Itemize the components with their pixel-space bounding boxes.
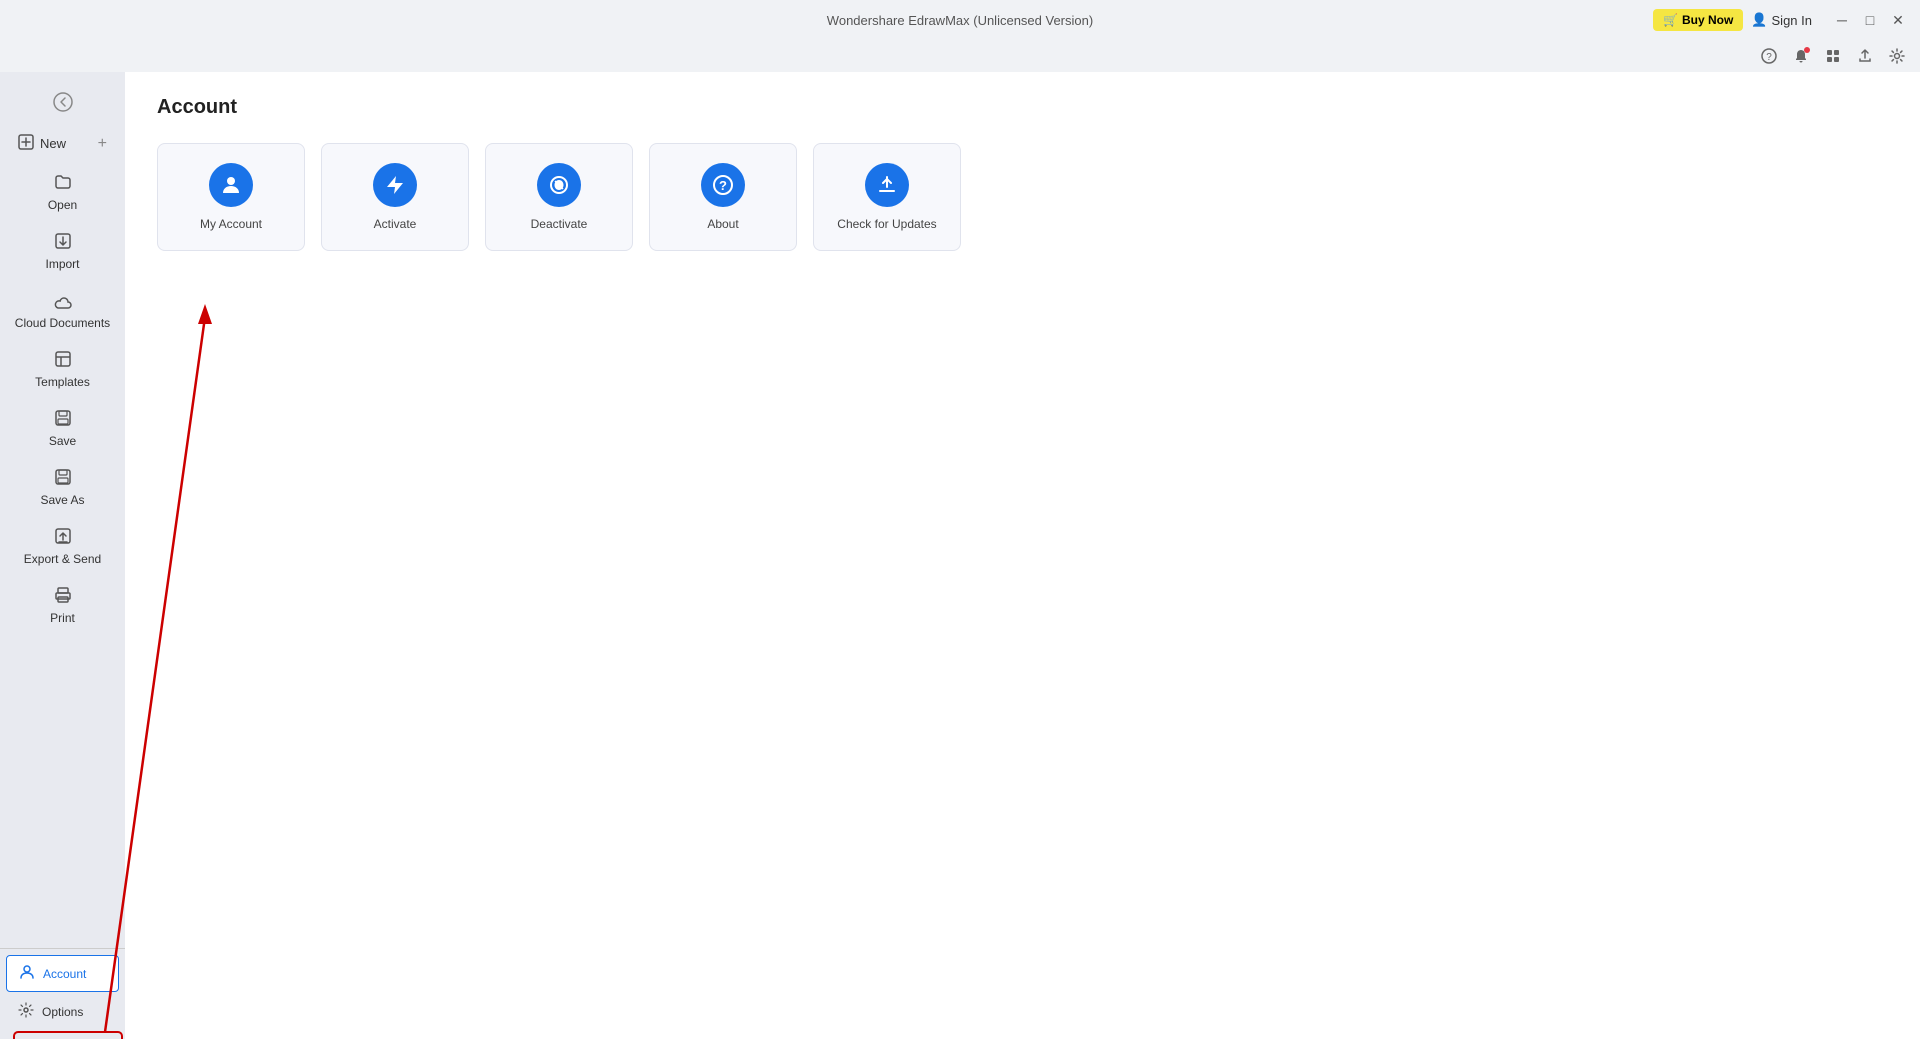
buy-now-label: Buy Now (1682, 13, 1733, 27)
buy-now-button[interactable]: 🛒 Buy Now (1653, 9, 1743, 31)
sidebar-item-templates[interactable]: Templates (6, 342, 119, 397)
import-icon (54, 232, 72, 253)
maximize-button[interactable]: □ (1860, 10, 1880, 30)
toolbar-row: ? (0, 40, 1920, 72)
save-as-label: Save As (40, 493, 84, 507)
window-controls: ─ □ ✕ (1832, 10, 1908, 30)
buy-now-icon: 🛒 (1663, 13, 1678, 27)
my-account-icon (209, 163, 253, 207)
sidebar-item-account[interactable]: Account (6, 955, 119, 992)
about-label: About (707, 217, 738, 231)
sidebar-item-cloud[interactable]: Cloud Documents (6, 283, 119, 338)
export-icon (54, 527, 72, 548)
open-label: Open (48, 198, 77, 212)
sidebar-item-new[interactable]: New + (6, 126, 119, 161)
grid-icon[interactable] (1822, 45, 1844, 67)
save-as-icon (54, 468, 72, 489)
titlebar-right: 🛒 Buy Now 👤 Sign In ─ □ ✕ (1653, 9, 1908, 31)
back-button[interactable] (45, 84, 81, 120)
titlebar: Wondershare EdrawMax (Unlicensed Version… (0, 0, 1920, 40)
check-updates-icon (865, 163, 909, 207)
sidebar-bottom: Account Options (0, 948, 125, 1031)
sign-in-button[interactable]: 👤 Sign In (1751, 12, 1812, 28)
card-deactivate[interactable]: Deactivate (485, 143, 633, 251)
deactivate-label: Deactivate (531, 217, 588, 231)
notification-icon[interactable] (1790, 45, 1812, 67)
minimize-button[interactable]: ─ (1832, 10, 1852, 30)
sidebar-item-save[interactable]: Save (6, 401, 119, 456)
open-icon (54, 173, 72, 194)
app-title: Wondershare EdrawMax (Unlicensed Version… (827, 13, 1093, 28)
sidebar-item-import[interactable]: Import (6, 224, 119, 279)
svg-text:?: ? (1766, 52, 1772, 63)
user-icon: 👤 (1751, 12, 1767, 28)
share-icon[interactable] (1854, 45, 1876, 67)
about-icon: ? (701, 163, 745, 207)
print-label: Print (50, 611, 75, 625)
main-layout: New + Open Import Cloud Documents (0, 72, 1920, 1039)
my-account-label: My Account (200, 217, 262, 231)
new-label: New (40, 136, 66, 151)
options-label: Options (42, 1005, 83, 1019)
save-icon (54, 409, 72, 430)
account-label: Account (43, 967, 86, 981)
settings-icon[interactable] (1886, 45, 1908, 67)
sign-in-label: Sign In (1772, 13, 1812, 28)
save-label: Save (49, 434, 76, 448)
notification-dot (1804, 47, 1810, 53)
sidebar-item-print[interactable]: Print (6, 578, 119, 633)
templates-label: Templates (35, 375, 90, 389)
card-about[interactable]: ? About (649, 143, 797, 251)
cards-grid: My Account Activate (157, 143, 1888, 251)
new-plus-icon: + (98, 135, 107, 153)
card-my-account[interactable]: My Account (157, 143, 305, 251)
print-icon (54, 586, 72, 607)
help-icon[interactable]: ? (1758, 45, 1780, 67)
activate-icon (373, 163, 417, 207)
cloud-icon (54, 291, 72, 312)
sidebar: New + Open Import Cloud Documents (0, 72, 125, 1039)
page-title: Account (157, 96, 1888, 119)
close-button[interactable]: ✕ (1888, 10, 1908, 30)
check-updates-label: Check for Updates (837, 217, 936, 231)
account-icon (19, 964, 35, 983)
cloud-label: Cloud Documents (15, 316, 110, 330)
templates-icon (54, 350, 72, 371)
card-check-updates[interactable]: Check for Updates (813, 143, 961, 251)
content-area: Account My Account Acti (125, 72, 1920, 1039)
deactivate-icon (537, 163, 581, 207)
svg-text:?: ? (719, 178, 727, 193)
import-label: Import (45, 257, 79, 271)
activate-label: Activate (374, 217, 417, 231)
export-label: Export & Send (24, 552, 101, 566)
card-activate[interactable]: Activate (321, 143, 469, 251)
sidebar-item-save-as[interactable]: Save As (6, 460, 119, 515)
sidebar-item-open[interactable]: Open (6, 165, 119, 220)
sidebar-item-export[interactable]: Export & Send (6, 519, 119, 574)
options-icon (18, 1002, 34, 1021)
sidebar-item-options[interactable]: Options (6, 994, 119, 1029)
new-icon (18, 134, 34, 153)
